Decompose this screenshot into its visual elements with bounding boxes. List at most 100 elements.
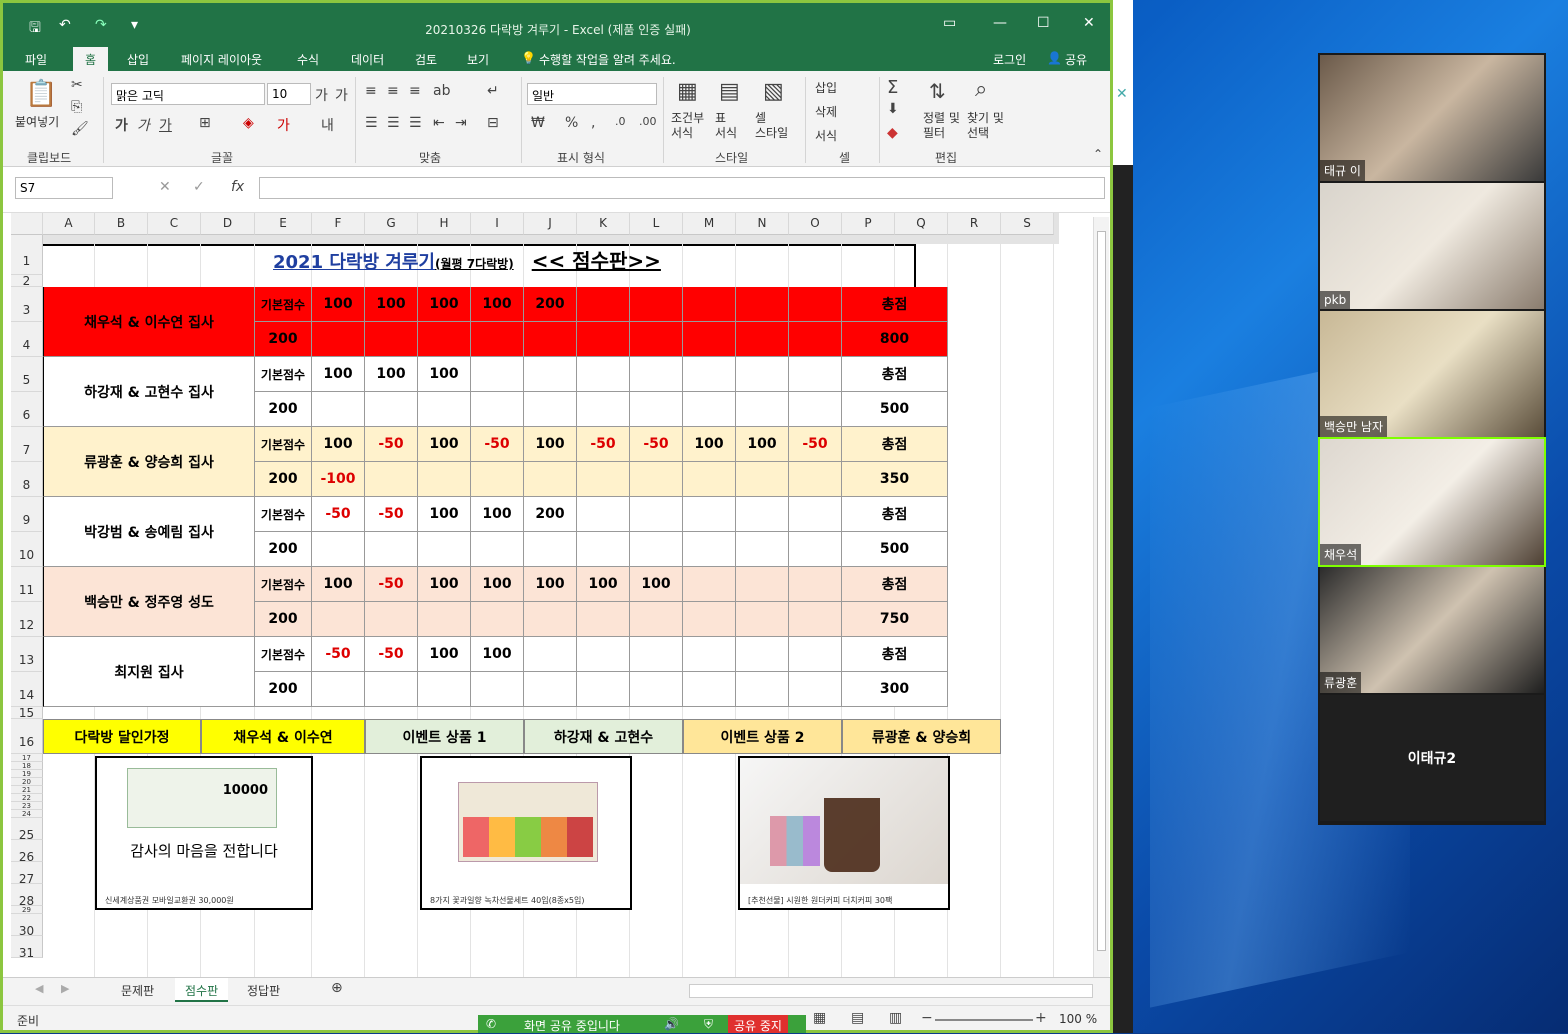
font-name-select[interactable]: 맑은 고딕 <box>111 83 265 105</box>
score-cell[interactable] <box>577 532 630 567</box>
score-cell[interactable]: -50 <box>312 497 365 532</box>
font-size-select[interactable]: 10 <box>267 83 311 105</box>
score-cell[interactable] <box>418 322 471 357</box>
autosum-icon[interactable]: Σ <box>887 77 898 98</box>
score-cell[interactable] <box>524 322 577 357</box>
column-header[interactable]: C <box>148 213 201 235</box>
tell-me-box[interactable]: 수행할 작업을 알려 주세요. <box>539 51 676 68</box>
row-header[interactable]: 28 <box>11 884 43 908</box>
fill-icon[interactable]: ⬇ <box>887 101 899 117</box>
score-cell[interactable] <box>524 462 577 497</box>
score-cell[interactable] <box>736 322 789 357</box>
row-header[interactable]: 22 <box>11 794 43 802</box>
tab-data[interactable]: 데이터 <box>351 51 384 68</box>
grow-font-icon[interactable]: 가 <box>315 85 328 105</box>
close-icon[interactable]: ✕ <box>1116 86 1128 102</box>
score-cell[interactable] <box>577 287 630 322</box>
tab-formulas[interactable]: 수식 <box>297 51 319 68</box>
score-cell[interactable]: 100 <box>418 427 471 462</box>
sheet-tab-scoreboard[interactable]: 점수판 <box>175 978 229 1002</box>
score-cell[interactable] <box>789 567 842 602</box>
score-cell[interactable]: 200 <box>524 287 577 322</box>
phonetic-icon[interactable]: 내 <box>321 115 334 135</box>
row-header[interactable]: 6 <box>11 392 43 427</box>
number-format-select[interactable]: 일반 <box>527 83 657 105</box>
score-cell[interactable] <box>683 532 736 567</box>
score-cell[interactable]: 100 <box>683 427 736 462</box>
score-cell[interactable] <box>683 322 736 357</box>
column-header[interactable]: G <box>365 213 418 235</box>
table-format-button[interactable]: 표 서식 <box>715 111 737 141</box>
score-cell[interactable]: 100 <box>418 637 471 672</box>
indent-increase-icon[interactable]: ⇥ <box>455 115 467 131</box>
score-cell[interactable] <box>789 462 842 497</box>
maximize-icon[interactable]: ☐ <box>1037 15 1050 31</box>
row-header[interactable]: 11 <box>11 567 43 602</box>
function-icon[interactable]: fx <box>231 179 244 195</box>
participant-tile[interactable]: pkb <box>1320 183 1544 309</box>
row-header[interactable]: 24 <box>11 810 43 818</box>
participant-tile[interactable]: 이태규2 <box>1320 695 1544 821</box>
score-cell[interactable] <box>365 392 418 427</box>
score-cell[interactable] <box>418 602 471 637</box>
score-cell[interactable] <box>683 497 736 532</box>
score-cell[interactable] <box>418 462 471 497</box>
login-link[interactable]: 로그인 <box>993 51 1026 68</box>
score-cell[interactable] <box>577 357 630 392</box>
column-header[interactable]: A <box>43 213 95 235</box>
score-cell[interactable]: 100 <box>577 567 630 602</box>
score-cell[interactable]: -50 <box>365 427 418 462</box>
score-cell[interactable]: 100 <box>471 567 524 602</box>
score-cell[interactable] <box>312 532 365 567</box>
score-cell[interactable] <box>630 497 683 532</box>
font-color-icon[interactable]: 가 <box>277 115 290 135</box>
score-cell[interactable]: -50 <box>789 427 842 462</box>
sort-filter-button[interactable]: 정렬 및 필터 <box>923 111 960 141</box>
score-cell[interactable]: 100 <box>418 567 471 602</box>
conditional-format-button[interactable]: 조건부 서식 <box>671 111 704 141</box>
formula-input[interactable] <box>259 177 1105 199</box>
row-header[interactable]: 30 <box>11 914 43 938</box>
score-cell[interactable] <box>683 392 736 427</box>
column-header[interactable]: K <box>577 213 630 235</box>
find-select-button[interactable]: 찾기 및 선택 <box>967 111 1004 141</box>
score-cell[interactable] <box>312 602 365 637</box>
sheet-tab-answers[interactable]: 정답판 <box>247 982 280 999</box>
score-cell[interactable] <box>577 672 630 707</box>
score-cell[interactable] <box>577 392 630 427</box>
align-right-icon[interactable]: ☰ <box>409 115 422 131</box>
zoom-out-icon[interactable]: − <box>921 1010 933 1026</box>
column-header[interactable]: E <box>255 213 312 235</box>
conditional-format-icon[interactable]: ▦ <box>677 79 698 104</box>
column-header[interactable]: N <box>736 213 789 235</box>
column-header[interactable]: M <box>683 213 736 235</box>
vertical-scrollbar[interactable] <box>1093 217 1109 977</box>
row-header[interactable]: 13 <box>11 637 43 672</box>
worksheet-grid[interactable]: A B C D E F G H I J K L M N O P Q R S 1 2 3 4 5 6 7 8 9 10 11 12 13 14 15… <box>11 213 1091 977</box>
participant-tile[interactable]: 채우석 <box>1318 437 1546 567</box>
score-cell[interactable] <box>630 357 683 392</box>
score-cell[interactable] <box>312 322 365 357</box>
score-cell[interactable] <box>789 357 842 392</box>
format-cells-button[interactable]: 서식 <box>815 127 837 144</box>
tab-file[interactable]: 파일 <box>25 51 47 68</box>
fill-color-icon[interactable]: ◈ <box>243 115 254 131</box>
score-cell[interactable] <box>630 602 683 637</box>
score-cell[interactable] <box>471 672 524 707</box>
score-cell[interactable] <box>471 462 524 497</box>
italic-icon[interactable]: 가 <box>137 115 150 135</box>
score-cell[interactable] <box>524 532 577 567</box>
score-cell[interactable] <box>365 462 418 497</box>
score-cell[interactable] <box>630 532 683 567</box>
score-cell[interactable]: 100 <box>365 357 418 392</box>
score-cell[interactable] <box>789 637 842 672</box>
score-cell[interactable] <box>630 322 683 357</box>
table-format-icon[interactable]: ▤ <box>719 79 740 104</box>
wrap-text-icon[interactable]: ↵ <box>487 83 499 99</box>
currency-icon[interactable]: ₩ <box>531 115 545 131</box>
score-cell[interactable] <box>736 602 789 637</box>
tab-view[interactable]: 보기 <box>467 51 489 68</box>
score-cell[interactable] <box>524 357 577 392</box>
column-header[interactable]: Q <box>895 213 948 235</box>
score-cell[interactable] <box>630 637 683 672</box>
